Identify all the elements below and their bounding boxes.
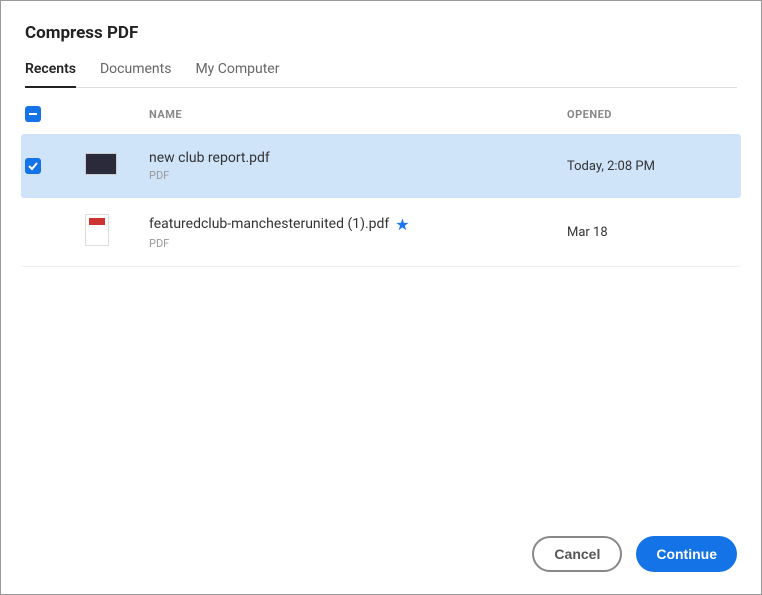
file-opened: Today, 2:08 PM	[567, 159, 737, 174]
tab-my-computer[interactable]: My Computer	[195, 61, 279, 87]
file-thumbnail	[85, 153, 117, 175]
select-all-checkbox[interactable]	[25, 106, 41, 122]
file-thumbnail	[85, 214, 109, 246]
dialog-footer: Cancel Continue	[1, 518, 761, 594]
file-name: featuredclub-manchesterunited (1).pdf ★	[149, 215, 567, 234]
column-header-name[interactable]: NAME	[149, 108, 567, 121]
file-rows: new club report.pdf PDF Today, 2:08 PM f…	[21, 134, 741, 267]
continue-button[interactable]: Continue	[636, 536, 737, 572]
file-name-text: new club report.pdf	[149, 150, 270, 166]
file-type: PDF	[149, 169, 567, 182]
check-icon	[27, 160, 39, 172]
cancel-button[interactable]: Cancel	[532, 536, 622, 572]
tabs: Recents Documents My Computer	[25, 61, 737, 88]
file-row[interactable]: new club report.pdf PDF Today, 2:08 PM	[21, 134, 741, 198]
dialog-title: Compress PDF	[25, 23, 737, 43]
indeterminate-icon	[27, 108, 39, 120]
file-opened: Mar 18	[567, 225, 737, 240]
column-header-opened[interactable]: OPENED	[567, 108, 737, 121]
tab-recents[interactable]: Recents	[25, 61, 76, 87]
file-row[interactable]: featuredclub-manchesterunited (1).pdf ★ …	[21, 198, 741, 267]
file-list-content: NAME OPENED new club report.pdf PDF	[1, 88, 761, 518]
compress-pdf-dialog: Compress PDF Recents Documents My Comput…	[0, 0, 762, 595]
row-checkbox[interactable]	[25, 158, 41, 174]
file-name-text: featuredclub-manchesterunited (1).pdf	[149, 216, 389, 232]
tab-documents[interactable]: Documents	[100, 61, 171, 87]
star-icon: ★	[395, 215, 409, 234]
file-type: PDF	[149, 237, 567, 250]
file-name: new club report.pdf	[149, 150, 567, 166]
table-header: NAME OPENED	[21, 88, 741, 134]
dialog-header: Compress PDF Recents Documents My Comput…	[1, 1, 761, 88]
